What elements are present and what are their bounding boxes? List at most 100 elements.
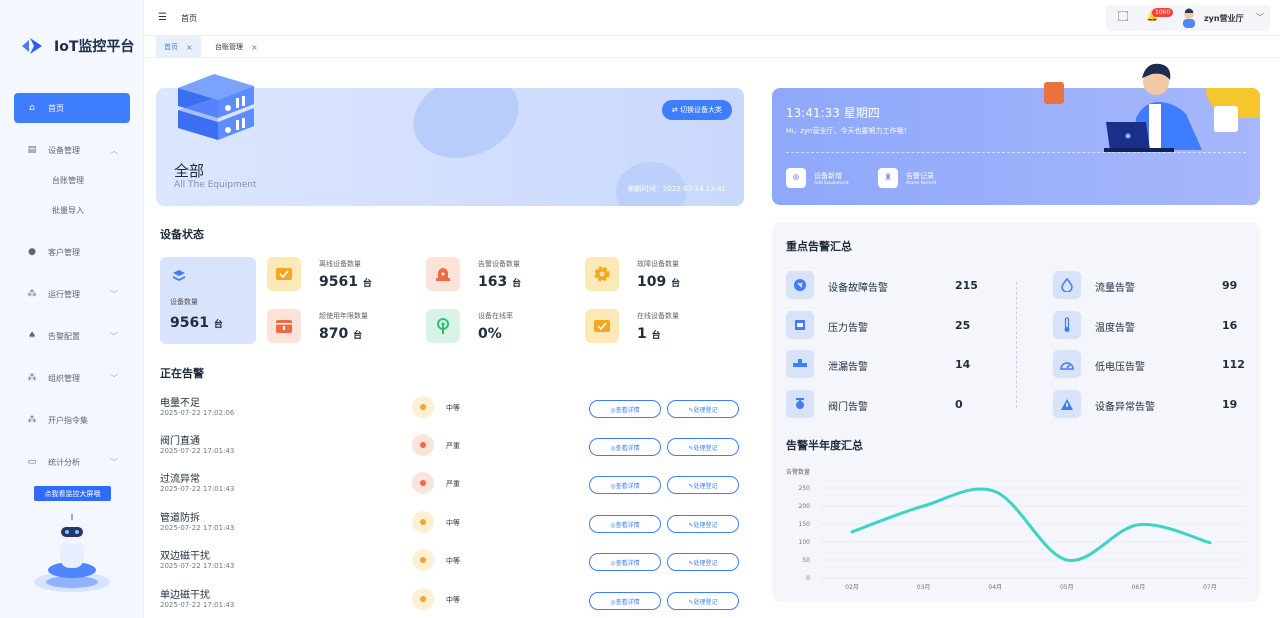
stat-alarm[interactable]: 告警设备数量 163 台: [426, 257, 576, 297]
big-screen-button[interactable]: 点我看监控大屏哦: [34, 486, 111, 501]
action-subtitle: Alarm Record: [906, 180, 937, 186]
water-drop-icon: [1053, 271, 1081, 299]
y-tick-label: 250: [799, 485, 811, 492]
fullscreen-icon[interactable]: [1118, 11, 1128, 21]
sidebar-item-device[interactable]: ▤ 设备管理 ︿: [14, 135, 130, 165]
handle-register-button[interactable]: ✎处理登记: [667, 592, 739, 610]
command-icon: ⁂: [27, 415, 37, 425]
alarm-name: 电量不足: [160, 398, 200, 409]
handle-register-button[interactable]: ✎处理登记: [667, 553, 739, 571]
column-divider: [1016, 282, 1017, 408]
offline-icon: [267, 257, 301, 291]
sidebar-item-operation[interactable]: ⁂ 运行管理 ﹀: [14, 279, 130, 309]
current-time: 13:41:33 星期四: [786, 106, 880, 120]
view-details-button[interactable]: ◎查看详情: [589, 592, 661, 610]
key-alarm-low-voltage[interactable]: 低电压告警 112: [1053, 350, 1253, 378]
gear-icon: [585, 257, 619, 291]
decor-document-icon: [1044, 82, 1064, 104]
alarm-name: 过流异常: [160, 474, 200, 485]
collapse-menu-icon[interactable]: ☰: [158, 12, 167, 23]
chevron-down-icon: ﹀: [110, 331, 118, 341]
sidebar-item-label: 运行管理: [48, 289, 80, 299]
stat-online-rate[interactable]: 设备在线率 0%: [426, 309, 576, 349]
thermometer-icon: [1053, 311, 1081, 339]
key-alarm-valve[interactable]: 阀门告警 0: [786, 390, 986, 418]
alarm-level-dot-icon: [412, 396, 434, 418]
handle-register-button[interactable]: ✎处理登记: [667, 515, 739, 533]
stat-value: 1 台: [637, 326, 661, 342]
sidebar-item-stats[interactable]: ▭ 统计分析 ﹀: [14, 447, 130, 477]
sidebar-item-label: 设备管理: [48, 145, 80, 155]
alarm-light-icon: [426, 257, 460, 291]
sidebar: IoT监控平台 ⌂ 首页 ▤ 设备管理 ︿ 台账管理 批量导入 ● 客户管理 ⁂…: [0, 0, 144, 618]
view-details-button[interactable]: ◎查看详情: [589, 553, 661, 571]
online-device-icon: [585, 309, 619, 343]
sidebar-item-org[interactable]: ⁂ 组织管理 ﹀: [14, 363, 130, 393]
view-details-button[interactable]: ◎查看详情: [589, 438, 661, 456]
user-name[interactable]: zyn营业厅: [1204, 13, 1244, 24]
switch-category-button[interactable]: ⇄ 切换设备大类: [661, 100, 732, 120]
robot-illustration: [34, 514, 110, 592]
key-alarm-label: 流量告警: [1095, 283, 1135, 294]
chevron-down-icon[interactable]: ﹀: [1256, 12, 1264, 23]
bell-icon: ♠: [27, 331, 37, 341]
alarm-name: 管道防拆: [160, 513, 200, 524]
app-name: IoT监控平台: [54, 39, 135, 55]
key-alarm-device-abnormal[interactable]: 设备异常告警 19: [1053, 390, 1253, 418]
stat-online[interactable]: 在线设备数量 1 台: [585, 309, 735, 349]
key-alarm-pressure[interactable]: 压力告警 25: [786, 311, 986, 339]
key-alarm-value: 19: [1222, 398, 1238, 411]
sidebar-item-customer[interactable]: ● 客户管理: [14, 237, 130, 267]
tab-label: 台账管理: [215, 43, 243, 51]
app-logo[interactable]: IoT监控平台: [20, 36, 134, 56]
y-tick-label: 100: [799, 539, 811, 546]
key-alarm-leak[interactable]: 泄漏告警 14: [786, 350, 986, 378]
sidebar-item-alarm-config[interactable]: ♠ 告警配置 ﹀: [14, 321, 130, 351]
alarm-record-button[interactable]: ♜ 告警记录 Alarm Record: [878, 166, 936, 190]
active-alarms-title: 正在告警: [160, 367, 204, 380]
key-alarm-device-fault[interactable]: 设备故障告警 215: [786, 271, 986, 299]
close-icon[interactable]: ×: [251, 43, 258, 52]
handle-register-button[interactable]: ✎处理登记: [667, 438, 739, 456]
tab-ledger[interactable]: 台账管理 ×: [207, 36, 266, 58]
alarm-name: 阀门直通: [160, 436, 200, 447]
view-details-button[interactable]: ◎查看详情: [589, 476, 661, 494]
view-details-button[interactable]: ◎查看详情: [589, 400, 661, 418]
gauge-icon: [1053, 350, 1081, 378]
alarm-name: 双边磁干扰: [160, 551, 210, 562]
tab-home[interactable]: 首页 ×: [156, 36, 201, 58]
chevron-down-icon: ﹀: [110, 373, 118, 383]
stat-value: 109 台: [637, 274, 681, 290]
line-chart: 告警数量 0 50 100 150 200 250 02月 03月 04月 05月 06月 07月: [786, 468, 1246, 591]
alarm-level: 严重: [446, 480, 460, 488]
alarm-row: 单边磁干扰 2025-07-22 17:01:43 中等 ◎查看详情 ✎处理登记: [160, 586, 744, 618]
stat-fault[interactable]: 故障设备数量 109 台: [585, 257, 735, 297]
alarm-level: 严重: [446, 442, 460, 450]
series-line: [850, 487, 1212, 562]
key-alarm-label: 阀门告警: [828, 402, 868, 413]
y-tick-label: 50: [802, 557, 810, 564]
add-equipment-icon: ⊕: [786, 168, 806, 188]
sidebar-subitem-ledger[interactable]: 台账管理: [14, 165, 130, 195]
view-details-button[interactable]: ◎查看详情: [589, 515, 661, 533]
handle-register-button[interactable]: ✎处理登记: [667, 476, 739, 494]
add-equipment-button[interactable]: ⊕ 设备新增 Add Equipment: [786, 166, 849, 190]
sidebar-item-command[interactable]: ⁂ 开户指令集: [14, 405, 130, 435]
key-alarm-flow[interactable]: 流量告警 99: [1053, 271, 1253, 299]
alarm-row: 阀门直通 2025-07-22 17:01:43 严重 ◎查看详情 ✎处理登记: [160, 432, 744, 466]
x-tick-label: 07月: [1203, 584, 1217, 591]
sidebar-item-home[interactable]: ⌂ 首页: [14, 93, 130, 123]
alarm-time: 2025-07-22 17:01:43: [160, 562, 235, 570]
x-tick-label: 04月: [988, 584, 1002, 591]
handle-register-button[interactable]: ✎处理登记: [667, 400, 739, 418]
stat-overage[interactable]: 超使用年限数量 870 台: [267, 309, 417, 349]
total-devices-card[interactable]: 设备数量 9561 台: [160, 257, 256, 344]
sidebar-subitem-import[interactable]: 批量导入: [14, 195, 130, 225]
stat-offline[interactable]: 离线设备数量 9561 台: [267, 257, 417, 297]
alarm-time: 2025-07-22 17:02:06: [160, 409, 235, 417]
avatar[interactable]: [1180, 8, 1198, 28]
close-icon[interactable]: ×: [186, 43, 193, 52]
key-alarm-value: 16: [1222, 319, 1238, 332]
key-alarm-temperature[interactable]: 温度告警 16: [1053, 311, 1253, 339]
sidebar-item-label: 客户管理: [48, 247, 80, 257]
